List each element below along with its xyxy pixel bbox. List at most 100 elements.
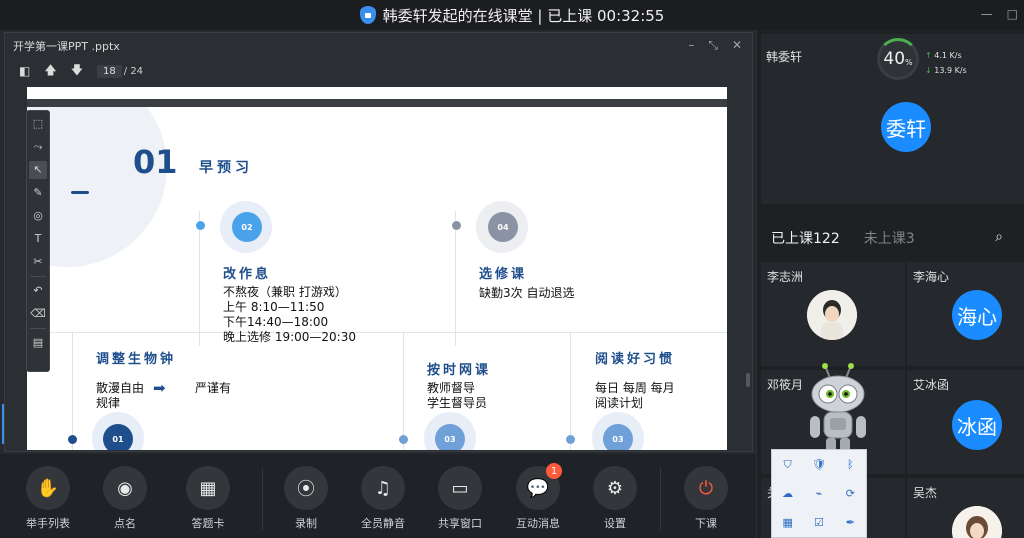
settings-button[interactable]: ⚙ 设置 xyxy=(583,466,647,531)
teacher-tile[interactable]: 韩委轩 40% ↑ 4.1 K/s ↓ 13.9 K/s 委轩 xyxy=(761,34,1024,204)
section-heading: 改作息 xyxy=(223,267,272,282)
section-body: 散漫自由 规律 xyxy=(96,381,145,410)
unread-badge: 1 xyxy=(546,463,562,479)
pen-icon[interactable]: ✎ xyxy=(33,184,42,202)
section-heading: 选修课 xyxy=(479,267,528,282)
page-down-icon[interactable]: 🡇 xyxy=(71,61,83,82)
student-tile[interactable]: 李海心 海心 xyxy=(907,262,1024,366)
share-window-button[interactable]: ▭ 共享窗口 xyxy=(428,466,492,531)
eraser-icon[interactable]: ⌫ xyxy=(30,305,46,323)
mute-all-icon: ♫ xyxy=(361,466,405,510)
step-circle: 01 xyxy=(103,424,133,450)
document-toolbar: ◧ 🡅 🡇 18 / 24 xyxy=(5,59,752,83)
raise-hand-list-button[interactable]: ✋ 举手列表 xyxy=(16,466,80,531)
step-circle: 02 xyxy=(232,212,262,242)
section-body: 缺勤3次 自动退选 xyxy=(479,286,575,300)
step-circle: 03 xyxy=(435,424,465,450)
scissors-icon[interactable]: ✂ xyxy=(33,253,42,271)
slide-number: 01 xyxy=(133,143,178,181)
upload-icon: ↑ xyxy=(925,51,932,60)
avatar xyxy=(807,290,857,340)
record-button[interactable]: ⦿ 录制 xyxy=(274,466,338,531)
answer-card-icon: ▦ xyxy=(186,466,230,510)
search-icon[interactable]: ⌕ xyxy=(995,229,1003,245)
student-tile[interactable]: 艾冰函 冰函 xyxy=(907,370,1024,474)
gear-icon: ⚙ xyxy=(593,466,637,510)
network-speed: ↑ 4.1 K/s ↓ 13.9 K/s xyxy=(925,51,967,75)
slide-viewport: 01 早预习 02 04 01 03 03 改作息 不熬夜（兼职 打游戏） 上午… xyxy=(27,87,727,450)
avatar: 海心 xyxy=(952,290,1002,340)
slide-title: 早预习 xyxy=(199,160,253,176)
section-body: 每日 每周 每月 阅读计划 xyxy=(595,381,675,410)
previous-slide-edge xyxy=(27,87,727,99)
section-body: 严谨有 xyxy=(195,381,232,395)
arrow-right-icon: ➡ xyxy=(153,379,166,397)
avatar: 冰函 xyxy=(952,400,1002,450)
tab-not-in-class[interactable]: 未上课3 xyxy=(864,228,915,248)
minimize-icon[interactable]: — xyxy=(981,7,993,21)
student-tile[interactable]: 李志洲 xyxy=(761,262,905,366)
usb-icon[interactable]: ⌁ xyxy=(816,487,823,500)
security-icon[interactable]: 🛡 xyxy=(812,458,826,471)
network-gauge: 40% xyxy=(877,38,919,80)
roll-call-icon: ◉ xyxy=(103,466,147,510)
cursor-icon[interactable]: ↖ xyxy=(29,161,47,179)
roll-call-button[interactable]: ◉ 点名 xyxy=(93,466,157,531)
hand-icon: ✋ xyxy=(26,466,70,510)
avatar xyxy=(952,506,1002,538)
section-body: 不熬夜（兼职 打游戏） 上午 8:10—11:50 下午14:40—18:00 … xyxy=(223,285,356,344)
bottom-toolbar: ✋ 举手列表 ◉ 点名 ▦ 答题卡 ⦿ 录制 ♫ 全员静音 ▭ 共享窗口 💬 1 … xyxy=(0,454,756,538)
scrollbar-thumb[interactable] xyxy=(746,373,750,387)
power-icon: ⏻ xyxy=(684,466,728,510)
end-class-button[interactable]: ⏻ 下课 xyxy=(674,466,738,531)
step-circle: 03 xyxy=(603,424,633,450)
interactive-messages-button[interactable]: 💬 1 互动消息 xyxy=(506,463,570,531)
document-filename: 开学第一课PPT .pptx xyxy=(13,40,120,53)
pointer-laser-icon[interactable]: ⤳ xyxy=(34,138,43,156)
text-icon[interactable]: T xyxy=(35,230,42,248)
doc-close-icon[interactable]: ✕ xyxy=(732,38,742,53)
teacher-name: 韩委轩 xyxy=(766,50,803,64)
system-tray-popup: ⛉ 🛡 ᛒ ☁ ⌁ ⟳ ▦ ☑ ✒ xyxy=(771,449,867,538)
window-titlebar: 韩委轩发起的在线课堂 | 已上课 00:32:55 — □ xyxy=(0,0,1024,30)
toolbox-icon[interactable]: ▤ xyxy=(33,334,43,352)
section-heading: 按时网课 xyxy=(427,363,492,378)
chat-icon: 💬 1 xyxy=(516,463,562,510)
student-tile[interactable]: 吴杰 xyxy=(907,478,1024,538)
tool-icon[interactable]: ✒ xyxy=(846,516,855,529)
doc-restore-icon[interactable]: ⤡ xyxy=(708,38,718,53)
stage-area: 开学第一课PPT .pptx – ⤡ ✕ ◧ 🡅 🡇 18 / 24 01 早预… xyxy=(0,30,756,454)
student-tabs: 已上课122 未上课3 ⌕ xyxy=(761,220,1024,256)
record-icon: ⦿ xyxy=(284,466,328,510)
laser-select-icon[interactable]: ⬚ xyxy=(33,115,43,133)
app-grid-icon[interactable]: ▦ xyxy=(782,516,792,529)
document-titlebar: 开学第一课PPT .pptx – ⤡ ✕ xyxy=(5,33,752,59)
shapes-icon[interactable]: ◎ xyxy=(33,207,43,225)
page-total: / 24 xyxy=(123,65,144,77)
cloud-icon[interactable]: ☁ xyxy=(782,487,793,500)
mute-all-button[interactable]: ♫ 全员静音 xyxy=(351,466,415,531)
sidebar-toggle-icon[interactable]: ◧ xyxy=(19,64,30,78)
maximize-icon[interactable]: □ xyxy=(1007,7,1018,21)
answer-card-button[interactable]: ▦ 答题卡 xyxy=(176,466,240,531)
lock-icon xyxy=(359,6,376,24)
undo-icon[interactable]: ↶ xyxy=(33,282,42,300)
step-circle: 04 xyxy=(488,212,518,242)
drawing-toolbar: ⬚ ⤳ ↖ ✎ ◎ T ✂ ↶ ⌫ ▤ xyxy=(26,110,50,372)
download-icon: ↓ xyxy=(925,66,932,75)
side-drawer-handle[interactable] xyxy=(0,404,6,444)
section-heading: 调整生物钟 xyxy=(96,352,177,367)
bluetooth-icon[interactable]: ᛒ xyxy=(847,458,854,471)
slide: 01 早预习 02 04 01 03 03 改作息 不熬夜（兼职 打游戏） 上午… xyxy=(27,107,727,450)
share-window-icon: ▭ xyxy=(438,466,482,510)
doc-minimize-icon[interactable]: – xyxy=(688,38,694,53)
window-title: 韩委轩发起的在线课堂 | 已上课 00:32:55 xyxy=(382,6,665,25)
checkbox-icon[interactable]: ☑ xyxy=(814,516,824,529)
tab-in-class[interactable]: 已上课122 xyxy=(771,228,840,248)
sync-icon[interactable]: ⟳ xyxy=(846,487,855,500)
teacher-avatar: 委轩 xyxy=(881,102,931,152)
page-up-icon[interactable]: 🡅 xyxy=(44,61,56,82)
section-body: 教师督导 学生督导员 xyxy=(427,381,488,410)
shield-icon[interactable]: ⛉ xyxy=(784,458,792,472)
page-number-input[interactable]: 18 xyxy=(97,64,122,78)
